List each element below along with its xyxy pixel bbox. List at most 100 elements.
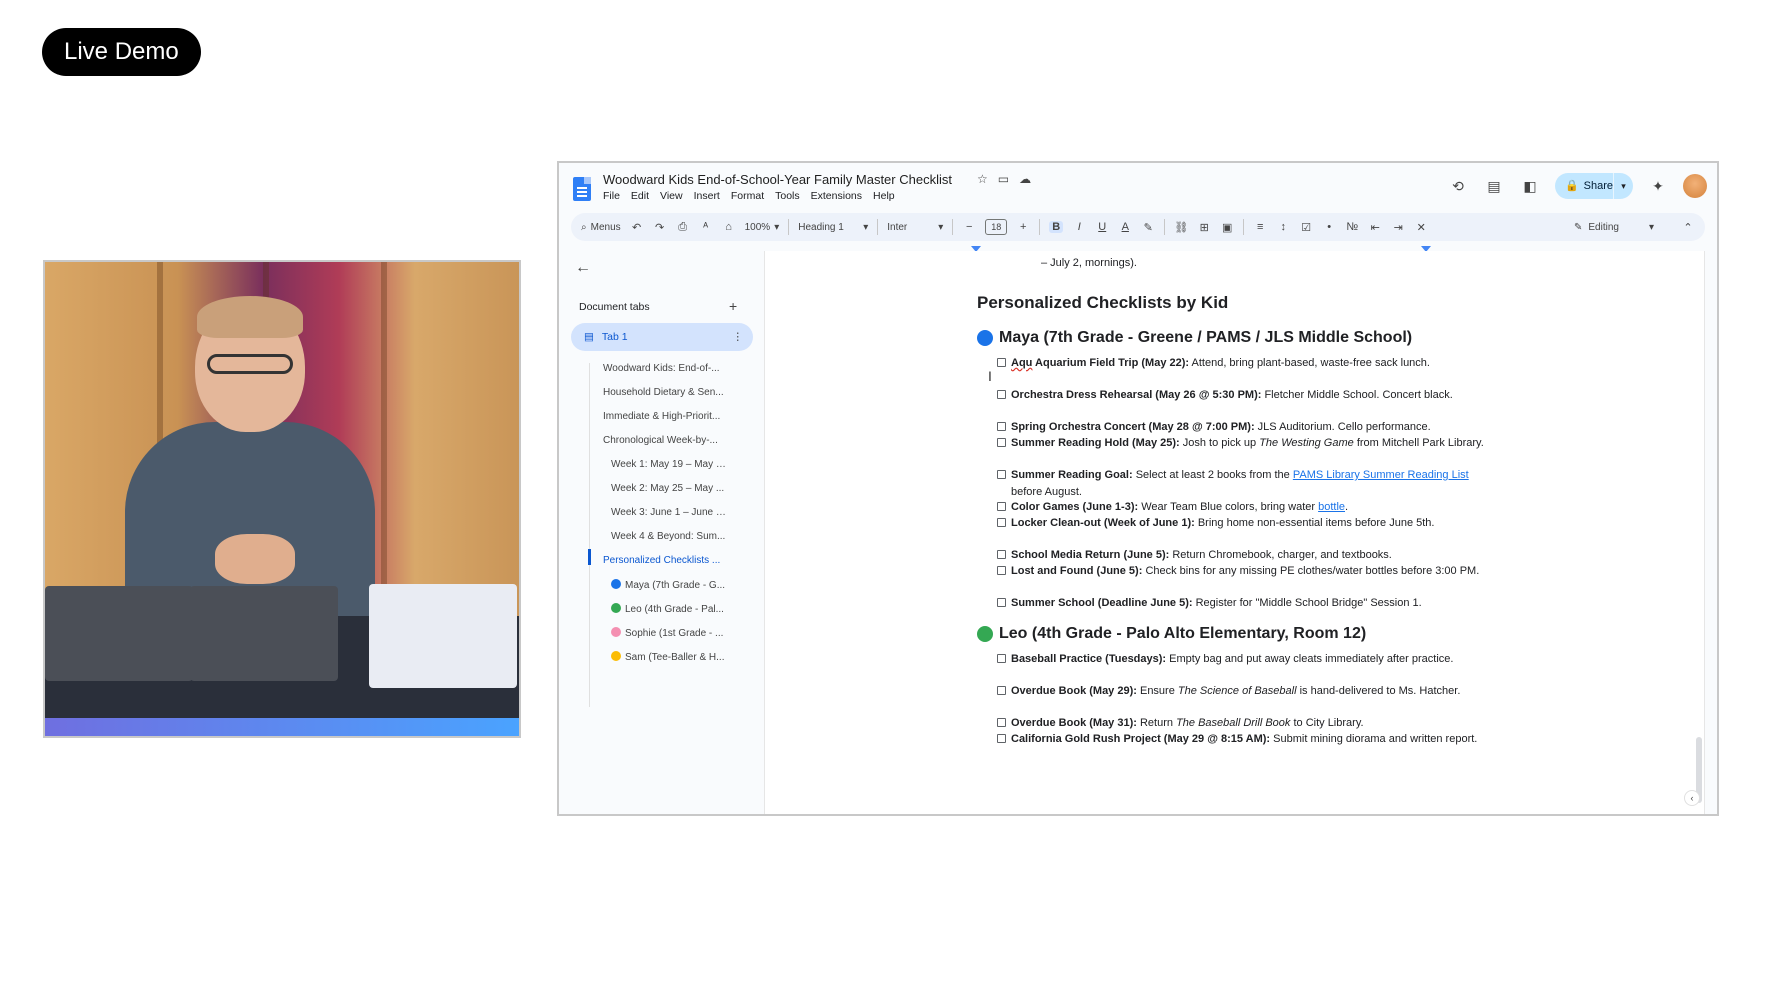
toolbar-divider	[952, 219, 954, 235]
menu-tools[interactable]: Tools	[775, 190, 800, 202]
align-icon[interactable]: ≡	[1253, 221, 1267, 233]
increase-font-size-icon[interactable]: +	[1016, 221, 1030, 233]
menu-file[interactable]: File	[603, 190, 620, 202]
increase-indent-icon[interactable]: ⇥	[1391, 221, 1405, 234]
tab-1[interactable]: ▤ Tab 1 ⋮	[571, 323, 753, 351]
chevron-down-icon: ▾	[938, 221, 944, 233]
cloud-status-icon[interactable]: ☁	[1019, 172, 1031, 186]
add-comment-icon[interactable]: ⊞	[1197, 221, 1211, 234]
checkbox[interactable]	[997, 598, 1006, 607]
item-text-link[interactable]: PAMS Library Summer Reading List	[1293, 469, 1469, 481]
docs-window: Woodward Kids End-of-School-Year Family …	[557, 161, 1719, 816]
menu-insert[interactable]: Insert	[694, 190, 720, 202]
outline-item[interactable]: Immediate & High-Priorit...	[603, 411, 728, 422]
meet-video-icon[interactable]: ◧	[1519, 175, 1541, 197]
collapse-side-panel-chevron-icon[interactable]: ‹	[1684, 790, 1700, 806]
avatar[interactable]	[1683, 174, 1707, 198]
bulleted-list-icon[interactable]: •	[1322, 221, 1336, 233]
highlight-icon[interactable]: ✎	[1141, 221, 1155, 234]
link-icon[interactable]: ⛓	[1174, 221, 1188, 234]
outline-item[interactable]: Week 1: May 19 – May 2...	[611, 459, 728, 470]
checkbox[interactable]	[997, 438, 1006, 447]
checklist-icon[interactable]: ☑	[1299, 221, 1313, 234]
checkbox[interactable]	[997, 502, 1006, 511]
numbered-list-icon[interactable]: №	[1345, 221, 1359, 233]
gemini-sparkle-icon[interactable]: ✦	[1647, 175, 1669, 197]
redo-icon[interactable]: ↷	[653, 221, 667, 234]
menu-view[interactable]: View	[660, 190, 683, 202]
share-dropdown-chevron-icon[interactable]: ▾	[1613, 173, 1633, 199]
checkbox[interactable]	[997, 518, 1006, 527]
menus-search[interactable]: ⌕ Menus	[581, 222, 621, 233]
menu-help[interactable]: Help	[873, 190, 895, 202]
outline-item[interactable]: Sam (Tee-Baller & H...	[611, 651, 728, 663]
menu-format[interactable]: Format	[731, 190, 764, 202]
toolbar-divider	[1039, 219, 1041, 235]
item-text-italic: The Science of Baseball	[1177, 685, 1297, 697]
style-select[interactable]: Heading 1 ▾	[798, 222, 868, 233]
collapse-toolbar-chevron-icon[interactable]: ⌃	[1681, 221, 1695, 234]
font-select[interactable]: Inter ▾	[887, 222, 943, 233]
checkbox[interactable]	[997, 390, 1006, 399]
item-text-italic: The Baseball Drill Book	[1176, 717, 1291, 729]
outline-item-label: Household Dietary & Sen...	[603, 387, 724, 398]
outline-item-label: Week 3: June 1 – June 5...	[611, 507, 728, 518]
bold-icon[interactable]: B	[1049, 221, 1064, 233]
outline-item[interactable]: Week 2: May 25 – May ...	[611, 483, 728, 494]
outline-item[interactable]: Household Dietary & Sen...	[603, 387, 728, 398]
zoom-select[interactable]: 100% ▾	[745, 222, 780, 233]
line-spacing-icon[interactable]: ↕	[1276, 221, 1290, 233]
document-title[interactable]: Woodward Kids End-of-School-Year Family …	[603, 172, 952, 187]
print-icon[interactable]: ⎙	[676, 221, 690, 234]
editing-mode-select[interactable]: ✎ Editing ▾	[1574, 222, 1654, 233]
move-folder-icon[interactable]: ▭	[998, 172, 1009, 186]
checkbox[interactable]	[997, 422, 1006, 431]
checkbox[interactable]	[997, 718, 1006, 727]
add-tab-icon[interactable]: +	[729, 298, 737, 314]
checkbox[interactable]	[997, 686, 1006, 695]
checkbox[interactable]	[997, 358, 1006, 367]
checklist-item: Aqu Aquarium Field Trip (May 22): Attend…	[997, 355, 1487, 372]
docs-logo-icon[interactable]	[573, 177, 591, 201]
menu-edit[interactable]: Edit	[631, 190, 649, 202]
checkbox[interactable]	[997, 550, 1006, 559]
item-text-link[interactable]: bottle	[1318, 501, 1345, 513]
checkbox[interactable]	[997, 734, 1006, 743]
insert-image-icon[interactable]: ▣	[1220, 221, 1234, 234]
menu-extensions[interactable]: Extensions	[811, 190, 862, 202]
outline-active-indicator	[588, 549, 591, 565]
checkbox[interactable]	[997, 470, 1006, 479]
document-page[interactable]: – July 2, mornings). Personalized Checkl…	[764, 251, 1705, 814]
item-text-text: Register for "Middle School Bridge" Sess…	[1192, 597, 1422, 609]
outline-item[interactable]: Maya (7th Grade - G...	[611, 579, 728, 591]
outline-item[interactable]: Week 3: June 1 – June 5...	[611, 507, 728, 518]
outline-item[interactable]: Sophie (1st Grade - ...	[611, 627, 728, 639]
comments-icon[interactable]: ▤	[1483, 175, 1505, 197]
underline-icon[interactable]: U	[1095, 221, 1109, 233]
outline-item[interactable]: Leo (4th Grade - Pal...	[611, 603, 728, 615]
more-options-icon[interactable]: ⋮	[733, 331, 744, 343]
text-color-icon[interactable]: A	[1118, 221, 1132, 233]
decrease-indent-icon[interactable]: ⇤	[1368, 221, 1382, 234]
paint-format-icon[interactable]: ⌂	[722, 221, 736, 233]
font-size-input[interactable]: 18	[985, 219, 1008, 235]
tab-1-label: Tab 1	[601, 331, 628, 343]
laptop-dark	[190, 586, 338, 681]
decrease-font-size-icon[interactable]: −	[962, 221, 976, 233]
spellcheck-icon[interactable]: ᴬ	[699, 221, 713, 233]
star-icon[interactable]: ☆	[977, 172, 988, 186]
toolbar-divider	[788, 219, 790, 235]
undo-icon[interactable]: ↶	[630, 221, 644, 234]
outline-item[interactable]: Woodward Kids: End-of-...	[603, 363, 728, 374]
outline-item[interactable]: Week 4 & Beyond: Sum...	[611, 531, 728, 542]
presenter-hands	[215, 534, 295, 584]
outline-item-label: Immediate & High-Priorit...	[603, 411, 721, 422]
checkbox[interactable]	[997, 566, 1006, 575]
clear-formatting-icon[interactable]: ✕	[1414, 221, 1428, 234]
checkbox[interactable]	[997, 654, 1006, 663]
version-history-icon[interactable]: ⟲	[1447, 175, 1469, 197]
outline-item[interactable]: Personalized Checklists ...	[603, 555, 728, 566]
outline-item[interactable]: Chronological Week-by-...	[603, 435, 728, 446]
back-arrow-icon[interactable]: ←	[575, 259, 591, 277]
italic-icon[interactable]: I	[1072, 221, 1086, 233]
